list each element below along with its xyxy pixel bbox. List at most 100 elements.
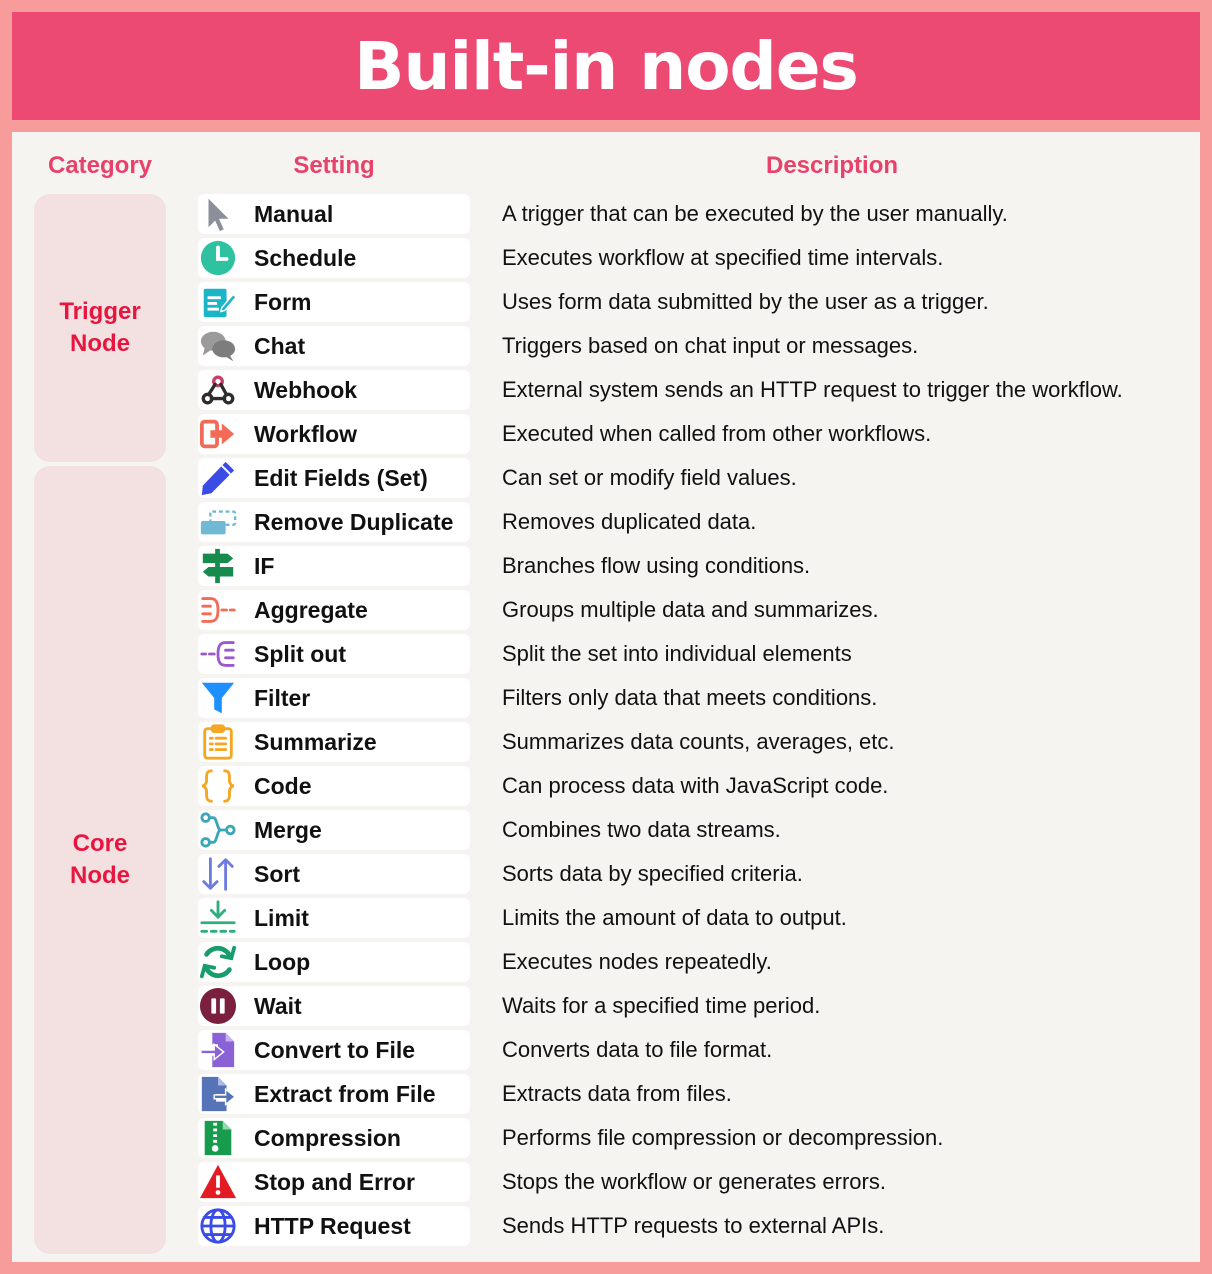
setting-pill: HTTP Request: [198, 1206, 470, 1246]
node-label: Edit Fields (Set): [254, 465, 428, 491]
node-description: Combines two data streams.: [502, 817, 781, 842]
node-label: IF: [254, 553, 275, 579]
node-label: Filter: [254, 685, 311, 711]
globe-icon: [198, 1206, 238, 1246]
file-import-icon: [198, 1030, 238, 1070]
node-label: Summarize: [254, 729, 377, 755]
setting-pill: Workflow: [198, 414, 470, 454]
pause-icon: [198, 986, 238, 1026]
duplicate-icon: [198, 502, 238, 542]
node-label: Compression: [254, 1125, 401, 1151]
node-description: Groups multiple data and summarizes.: [502, 597, 879, 622]
setting-pill: Sort: [198, 854, 470, 894]
webhook-icon: [198, 370, 238, 410]
split-icon: [198, 634, 238, 674]
clock-icon: [198, 238, 238, 278]
setting-pill: Limit: [198, 898, 470, 938]
node-description: Sends HTTP requests to external APIs.: [502, 1213, 885, 1238]
node-description: Can process data with JavaScript code.: [502, 773, 889, 798]
category-core-node: Core Node: [34, 466, 166, 1254]
node-description: Can set or modify field values.: [502, 465, 797, 490]
form-icon: [198, 282, 238, 322]
table-panel: Category Setting Description Trigger Nod…: [12, 132, 1200, 1262]
setting-pill: Extract from File: [198, 1074, 470, 1114]
node-description: Limits the amount of data to output.: [502, 905, 847, 930]
setting-pill: Webhook: [198, 370, 470, 410]
node-description: Executes nodes repeatedly.: [502, 949, 772, 974]
node-description: Branches flow using conditions.: [502, 553, 811, 578]
setting-pill: Remove Duplicate: [198, 502, 470, 542]
node-label: Wait: [254, 993, 302, 1019]
cursor-icon: [198, 194, 238, 234]
node-description: Filters only data that meets conditions.: [502, 685, 878, 710]
page-title: Built-in nodes: [354, 27, 859, 105]
warning-icon: [198, 1162, 238, 1202]
node-description: Stops the workflow or generates errors.: [502, 1169, 886, 1194]
node-label: HTTP Request: [254, 1213, 411, 1239]
setting-pill: Stop and Error: [198, 1162, 470, 1202]
node-label: Merge: [254, 817, 322, 843]
node-label: Manual: [254, 201, 334, 227]
setting-pill: Schedule: [198, 238, 470, 278]
node-label: Remove Duplicate: [254, 509, 454, 535]
node-label: Stop and Error: [254, 1169, 416, 1195]
category-label: Trigger Node: [59, 298, 141, 357]
category-label: Core Node: [70, 830, 130, 889]
node-label: Schedule: [254, 245, 357, 271]
node-label: Convert to File: [254, 1037, 416, 1063]
node-description: A trigger that can be executed by the us…: [502, 201, 1008, 226]
node-label: Split out: [254, 641, 346, 667]
setting-pill: Wait: [198, 986, 470, 1026]
node-label: Limit: [254, 905, 309, 931]
node-description: External system sends an HTTP request to…: [502, 377, 1123, 402]
node-description: Executes workflow at specified time inte…: [502, 245, 944, 270]
setting-pill: Edit Fields (Set): [198, 458, 470, 498]
node-label: Code: [254, 773, 312, 799]
setting-pill: Code: [198, 766, 470, 806]
setting-pill: Chat: [198, 326, 470, 366]
node-label: Aggregate: [254, 597, 368, 623]
setting-pill: Form: [198, 282, 470, 322]
setting-pill: Split out: [198, 634, 470, 674]
column-header-setting: Setting: [293, 152, 375, 179]
pencil-icon: [198, 458, 238, 498]
node-description: Split the set into individual elements: [502, 641, 852, 666]
node-label: Webhook: [254, 377, 358, 403]
funnel-icon: [198, 678, 238, 718]
column-header-description: Description: [765, 152, 899, 179]
setting-pill: Convert to File: [198, 1030, 470, 1070]
node-label: Form: [254, 289, 312, 315]
category-trigger-node: Trigger Node: [34, 194, 166, 462]
node-label: Chat: [254, 333, 306, 359]
node-description: Waits for a specified time period.: [502, 993, 821, 1018]
title-banner: Built-in nodes: [12, 12, 1200, 120]
braces-icon: [198, 766, 238, 806]
setting-pill: Summarize: [198, 722, 470, 762]
node-description: Converts data to file format.: [502, 1037, 773, 1062]
setting-pill: Manual: [198, 194, 470, 234]
limit-icon: [198, 898, 238, 938]
node-description: Performs file compression or decompressi…: [502, 1125, 944, 1150]
node-description: Executed when called from other workflow…: [502, 421, 932, 446]
node-description: Uses form data submitted by the user as …: [502, 289, 989, 314]
setting-pill: Filter: [198, 678, 470, 718]
sync-icon: [198, 942, 238, 982]
setting-pill: Compression: [198, 1118, 470, 1158]
node-description: Triggers based on chat input or messages…: [502, 333, 919, 358]
node-description: Extracts data from files.: [502, 1081, 732, 1106]
file-export-icon: [198, 1074, 238, 1114]
node-description: Summarizes data counts, averages, etc.: [502, 729, 895, 754]
sign-in-icon: [198, 414, 238, 454]
column-header-category: Category: [47, 152, 153, 179]
setting-pill: IF: [198, 546, 470, 586]
setting-pill: Aggregate: [198, 590, 470, 630]
signpost-icon: [198, 546, 238, 586]
node-label: Sort: [254, 861, 300, 887]
node-label: Loop: [254, 949, 311, 975]
chat-icon: [198, 326, 238, 366]
setting-pill: Loop: [198, 942, 470, 982]
sort-icon: [198, 854, 238, 894]
node-label: Extract from File: [254, 1081, 436, 1107]
aggregate-icon: [198, 590, 238, 630]
node-description: Removes duplicated data.: [502, 509, 757, 534]
